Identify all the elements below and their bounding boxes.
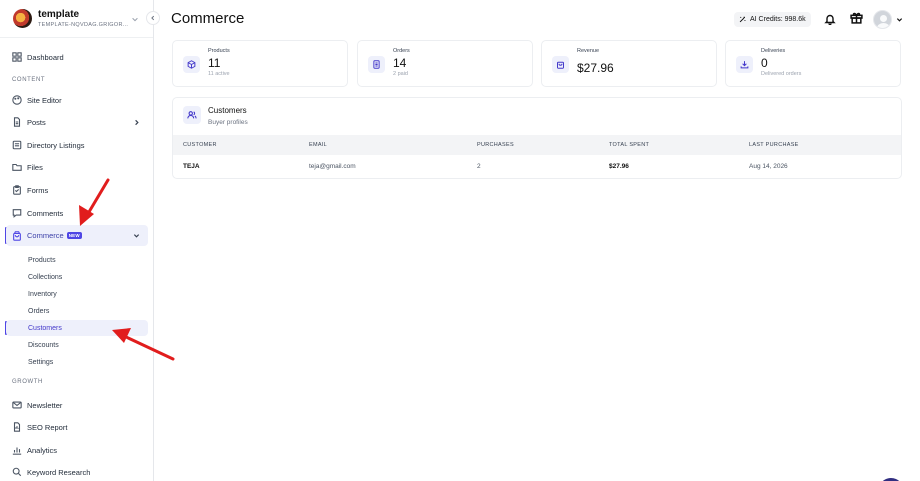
- clipboard-icon: [13, 185, 21, 195]
- stat-value: 14: [393, 56, 407, 70]
- sidebar-item-analytics[interactable]: Analytics: [6, 440, 148, 460]
- comment-icon: [12, 209, 22, 218]
- sidebar-subitem-settings[interactable]: Settings: [6, 354, 148, 370]
- sidebar-item-directory-listings[interactable]: Directory Listings: [6, 135, 148, 155]
- workspace-switcher[interactable]: template TEMPLATE-NQVDAG.GRIGOR...: [0, 0, 153, 38]
- palette-icon: [12, 95, 22, 105]
- chart-icon: [12, 447, 22, 455]
- sidebar-item-dashboard[interactable]: Dashboard: [6, 47, 148, 67]
- receipt-icon: [373, 60, 380, 69]
- sidebar-subitem-orders[interactable]: Orders: [6, 303, 148, 319]
- sidebar-item-comments[interactable]: Comments: [6, 203, 148, 223]
- stat-label: Orders: [393, 48, 410, 54]
- sidebar-item-label: Directory Listings: [27, 140, 85, 150]
- stat-label: Products: [208, 48, 230, 54]
- download-icon: [740, 61, 749, 69]
- sidebar-subitem-products[interactable]: Products: [6, 252, 148, 268]
- sidebar-subitem-discounts[interactable]: Discounts: [6, 337, 148, 353]
- sidebar-subitem-customers[interactable]: Customers: [6, 320, 148, 336]
- sidebar-item-label: Commerce: [27, 231, 64, 240]
- collapse-sidebar-button[interactable]: [146, 11, 160, 25]
- stat-subtext: 11 active: [208, 71, 230, 77]
- sidebar-item-label: Analytics: [27, 445, 58, 455]
- stat-card-deliveries: Deliveries 0 Delivered orders: [725, 40, 901, 87]
- list-icon: [12, 140, 22, 150]
- sidebar-item-files[interactable]: Files: [6, 157, 148, 177]
- sidebar-item-keyword-research[interactable]: Keyword Research: [6, 462, 148, 481]
- search-icon: [12, 467, 22, 477]
- stat-subtext: Delivered orders: [761, 71, 802, 77]
- cell-total-spent: $27.96: [609, 163, 629, 170]
- sidebar-item-label: Dashboard: [27, 52, 64, 62]
- stat-label: Deliveries: [761, 48, 786, 54]
- workspace-logo: [13, 9, 32, 28]
- sidebar: template TEMPLATE-NQVDAG.GRIGOR... Dashb…: [0, 0, 154, 481]
- sidebar-item-seo-report[interactable]: SEO Report: [6, 417, 148, 437]
- sidebar-subitem-inventory[interactable]: Inventory: [6, 286, 148, 302]
- bell-icon[interactable]: [824, 13, 836, 25]
- chevron-down-icon: [132, 17, 138, 21]
- sidebar-item-newsletter[interactable]: Newsletter: [6, 395, 148, 415]
- sidebar-item-label: Site Editor: [27, 95, 62, 105]
- column-header-total-spent: TOTAL SPENT: [609, 142, 650, 148]
- sidebar-item-label: Posts: [27, 117, 46, 127]
- stat-card-products: Products 11 11 active: [172, 40, 348, 87]
- stat-subtext: 2 paid: [393, 71, 408, 77]
- stat-value: 11: [208, 56, 221, 70]
- cell-last-purchase: Aug 14, 2026: [749, 163, 788, 170]
- grid-icon: [12, 52, 22, 62]
- sidebar-item-forms[interactable]: Forms: [6, 180, 148, 200]
- chevron-left-icon: [151, 15, 155, 21]
- sidebar-item-commerce[interactable]: Commerce NEW: [6, 225, 148, 246]
- sidebar-item-label: Comments: [27, 208, 64, 218]
- chevron-right-icon: [135, 119, 139, 125]
- stat-value: 0: [761, 56, 768, 70]
- stat-card-orders: Orders 14 2 paid: [357, 40, 533, 87]
- column-header-customer: CUSTOMER: [183, 142, 217, 148]
- sidebar-item-site-editor[interactable]: Site Editor: [6, 90, 148, 110]
- document-icon: [13, 117, 21, 127]
- customers-card: Customers Buyer profiles CUSTOMER EMAIL …: [172, 97, 902, 179]
- section-label-growth: GROWTH: [12, 379, 43, 385]
- box-icon: [187, 60, 196, 69]
- sidebar-item-label: Forms: [27, 185, 49, 195]
- user-avatar[interactable]: [873, 10, 892, 29]
- stat-value: $27.96: [577, 61, 614, 75]
- page-title: Commerce: [171, 10, 245, 27]
- customers-subtitle: Buyer profiles: [208, 119, 248, 126]
- shopping-bag-icon: [13, 230, 21, 241]
- bag-icon: [557, 61, 564, 69]
- sidebar-item-label: Keyword Research: [27, 467, 91, 477]
- column-header-purchases: PURCHASES: [477, 142, 514, 148]
- sidebar-item-label: Newsletter: [27, 400, 63, 410]
- column-header-email: EMAIL: [309, 142, 328, 148]
- sidebar-item-posts[interactable]: Posts: [6, 112, 148, 132]
- gift-icon[interactable]: [850, 11, 863, 24]
- ai-credits-label: AI Credits: 998.6k: [750, 16, 806, 23]
- chevron-down-icon[interactable]: [896, 16, 903, 23]
- ai-credits-button[interactable]: AI Credits: 998.6k: [734, 12, 811, 27]
- customers-title: Customers: [208, 106, 247, 115]
- cell-email: teja@gmail.com: [309, 163, 356, 170]
- workspace-name: template: [38, 8, 80, 20]
- magic-wand-icon: [739, 16, 746, 23]
- table-header: CUSTOMER EMAIL PURCHASES TOTAL SPENT LAS…: [173, 135, 901, 155]
- cell-customer: TEJA: [183, 163, 200, 170]
- mail-icon: [12, 401, 22, 409]
- new-badge: NEW: [66, 232, 82, 239]
- sidebar-item-label: SEO Report: [27, 422, 68, 432]
- folder-icon: [12, 163, 22, 171]
- column-header-last-purchase: LAST PURCHASE: [749, 142, 799, 148]
- report-icon: [13, 422, 21, 432]
- workspace-subtitle: TEMPLATE-NQVDAG.GRIGOR...: [38, 21, 129, 28]
- stat-label: Revenue: [577, 48, 600, 54]
- users-icon: [187, 111, 197, 119]
- cell-purchases: 2: [477, 163, 481, 170]
- chevron-down-icon: [133, 234, 140, 238]
- section-label-content: CONTENT: [12, 77, 46, 83]
- stat-card-revenue: Revenue $27.96: [541, 40, 717, 87]
- sidebar-subitem-collections[interactable]: Collections: [6, 269, 148, 285]
- sidebar-item-label: Files: [27, 162, 43, 172]
